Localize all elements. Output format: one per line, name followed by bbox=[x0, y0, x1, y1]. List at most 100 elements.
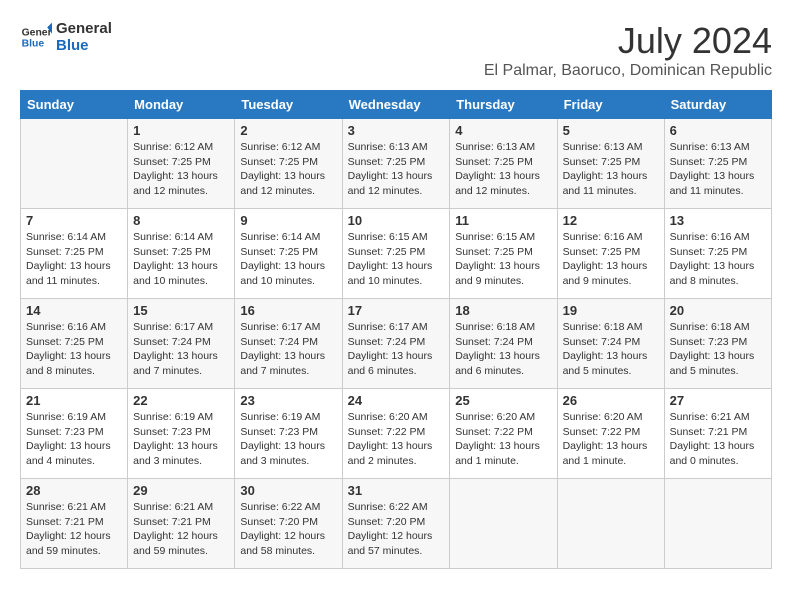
day-number: 28 bbox=[26, 483, 122, 498]
calendar-cell: 26Sunrise: 6:20 AM Sunset: 7:22 PM Dayli… bbox=[557, 389, 664, 479]
calendar-body: 1 Sunrise: 6:12 AM Sunset: 7:25 PM Daylig… bbox=[21, 119, 772, 569]
day-info: Sunrise: 6:13 AM Sunset: 7:25 PM Dayligh… bbox=[563, 140, 659, 199]
day-number: 31 bbox=[348, 483, 445, 498]
calendar-cell: 30 Sunrise: 6:22 AM Sunset: 7:20 PM Dayli… bbox=[235, 479, 342, 569]
calendar-table: SundayMondayTuesdayWednesdayThursdayFrid… bbox=[20, 90, 772, 569]
calendar-cell: 18Sunrise: 6:18 AM Sunset: 7:24 PM Dayli… bbox=[450, 299, 557, 389]
day-number: 12 bbox=[563, 213, 659, 228]
calendar-cell: 3 Sunrise: 6:13 AM Sunset: 7:25 PM Daylig… bbox=[342, 119, 450, 209]
day-number: 8 bbox=[133, 213, 229, 228]
day-number: 10 bbox=[348, 213, 445, 228]
day-info: Sunrise: 6:13 AM Sunset: 7:25 PM Dayligh… bbox=[670, 140, 766, 199]
logo-text-line2: Blue bbox=[56, 37, 112, 54]
day-info: Sunrise: 6:13 AM Sunset: 7:25 PM Dayligh… bbox=[348, 140, 445, 199]
calendar-day-header: Thursday bbox=[450, 91, 557, 119]
day-info: Sunrise: 6:13 AM Sunset: 7:25 PM Dayligh… bbox=[455, 140, 551, 199]
calendar-cell: 20 Sunrise: 6:18 AM Sunset: 7:23 PM Dayli… bbox=[664, 299, 771, 389]
day-number: 20 bbox=[670, 303, 766, 318]
day-number: 9 bbox=[240, 213, 336, 228]
day-info: Sunrise: 6:19 AM Sunset: 7:23 PM Dayligh… bbox=[240, 410, 336, 469]
day-info: Sunrise: 6:22 AM Sunset: 7:20 PM Dayligh… bbox=[348, 500, 445, 559]
day-number: 3 bbox=[348, 123, 445, 138]
calendar-week-row: 1 Sunrise: 6:12 AM Sunset: 7:25 PM Daylig… bbox=[21, 119, 772, 209]
calendar-week-row: 14Sunrise: 6:16 AM Sunset: 7:25 PM Dayli… bbox=[21, 299, 772, 389]
day-number: 17 bbox=[348, 303, 445, 318]
day-info: Sunrise: 6:21 AM Sunset: 7:21 PM Dayligh… bbox=[26, 500, 122, 559]
calendar-cell: 25 Sunrise: 6:20 AM Sunset: 7:22 PM Dayli… bbox=[450, 389, 557, 479]
calendar-day-header: Sunday bbox=[21, 91, 128, 119]
title-block: July 2024 El Palmar, Baoruco, Dominican … bbox=[484, 20, 772, 80]
day-number: 23 bbox=[240, 393, 336, 408]
day-info: Sunrise: 6:20 AM Sunset: 7:22 PM Dayligh… bbox=[348, 410, 445, 469]
calendar-week-row: 28 Sunrise: 6:21 AM Sunset: 7:21 PM Dayli… bbox=[21, 479, 772, 569]
calendar-cell: 1 Sunrise: 6:12 AM Sunset: 7:25 PM Daylig… bbox=[128, 119, 235, 209]
calendar-cell: 10 Sunrise: 6:15 AM Sunset: 7:25 PM Dayli… bbox=[342, 209, 450, 299]
calendar-day-header: Saturday bbox=[664, 91, 771, 119]
day-info: Sunrise: 6:19 AM Sunset: 7:23 PM Dayligh… bbox=[26, 410, 122, 469]
day-info: Sunrise: 6:16 AM Sunset: 7:25 PM Dayligh… bbox=[670, 230, 766, 289]
day-number: 19 bbox=[563, 303, 659, 318]
svg-text:Blue: Blue bbox=[22, 39, 45, 50]
calendar-cell: 12 Sunrise: 6:16 AM Sunset: 7:25 PM Dayli… bbox=[557, 209, 664, 299]
day-info: Sunrise: 6:18 AM Sunset: 7:23 PM Dayligh… bbox=[670, 320, 766, 379]
day-info: Sunrise: 6:15 AM Sunset: 7:25 PM Dayligh… bbox=[455, 230, 551, 289]
calendar-cell: 15Sunrise: 6:17 AM Sunset: 7:24 PM Dayli… bbox=[128, 299, 235, 389]
day-info: Sunrise: 6:12 AM Sunset: 7:25 PM Dayligh… bbox=[133, 140, 229, 199]
logo-text-line1: General bbox=[56, 20, 112, 37]
day-number: 27 bbox=[670, 393, 766, 408]
day-number: 25 bbox=[455, 393, 551, 408]
calendar-cell bbox=[664, 479, 771, 569]
calendar-day-header: Monday bbox=[128, 91, 235, 119]
day-number: 30 bbox=[240, 483, 336, 498]
day-info: Sunrise: 6:18 AM Sunset: 7:24 PM Dayligh… bbox=[455, 320, 551, 379]
calendar-cell: 28 Sunrise: 6:21 AM Sunset: 7:21 PM Dayli… bbox=[21, 479, 128, 569]
calendar-cell: 23 Sunrise: 6:19 AM Sunset: 7:23 PM Dayli… bbox=[235, 389, 342, 479]
day-number: 24 bbox=[348, 393, 445, 408]
day-number: 5 bbox=[563, 123, 659, 138]
calendar-cell: 7Sunrise: 6:14 AM Sunset: 7:25 PM Daylig… bbox=[21, 209, 128, 299]
calendar-cell: 2Sunrise: 6:12 AM Sunset: 7:25 PM Daylig… bbox=[235, 119, 342, 209]
day-info: Sunrise: 6:20 AM Sunset: 7:22 PM Dayligh… bbox=[455, 410, 551, 469]
calendar-header-row: SundayMondayTuesdayWednesdayThursdayFrid… bbox=[21, 91, 772, 119]
day-number: 6 bbox=[670, 123, 766, 138]
calendar-cell bbox=[21, 119, 128, 209]
calendar-cell: 4 Sunrise: 6:13 AM Sunset: 7:25 PM Daylig… bbox=[450, 119, 557, 209]
day-number: 2 bbox=[240, 123, 336, 138]
day-number: 11 bbox=[455, 213, 551, 228]
calendar-day-header: Tuesday bbox=[235, 91, 342, 119]
calendar-cell: 19 Sunrise: 6:18 AM Sunset: 7:24 PM Dayli… bbox=[557, 299, 664, 389]
calendar-cell: 21 Sunrise: 6:19 AM Sunset: 7:23 PM Dayli… bbox=[21, 389, 128, 479]
day-number: 13 bbox=[670, 213, 766, 228]
day-number: 4 bbox=[455, 123, 551, 138]
calendar-cell: 31 Sunrise: 6:22 AM Sunset: 7:20 PM Dayli… bbox=[342, 479, 450, 569]
day-info: Sunrise: 6:18 AM Sunset: 7:24 PM Dayligh… bbox=[563, 320, 659, 379]
calendar-cell: 13 Sunrise: 6:16 AM Sunset: 7:25 PM Dayli… bbox=[664, 209, 771, 299]
day-number: 16 bbox=[240, 303, 336, 318]
calendar-cell: 17 Sunrise: 6:17 AM Sunset: 7:24 PM Dayli… bbox=[342, 299, 450, 389]
calendar-day-header: Wednesday bbox=[342, 91, 450, 119]
calendar-cell: 22Sunrise: 6:19 AM Sunset: 7:23 PM Dayli… bbox=[128, 389, 235, 479]
day-number: 7 bbox=[26, 213, 122, 228]
calendar-cell: 6 Sunrise: 6:13 AM Sunset: 7:25 PM Daylig… bbox=[664, 119, 771, 209]
calendar-cell: 8Sunrise: 6:14 AM Sunset: 7:25 PM Daylig… bbox=[128, 209, 235, 299]
day-info: Sunrise: 6:21 AM Sunset: 7:21 PM Dayligh… bbox=[670, 410, 766, 469]
month-title: July 2024 bbox=[484, 20, 772, 62]
calendar-cell: 11 Sunrise: 6:15 AM Sunset: 7:25 PM Dayli… bbox=[450, 209, 557, 299]
calendar-week-row: 21 Sunrise: 6:19 AM Sunset: 7:23 PM Dayli… bbox=[21, 389, 772, 479]
day-info: Sunrise: 6:16 AM Sunset: 7:25 PM Dayligh… bbox=[563, 230, 659, 289]
calendar-cell: 9 Sunrise: 6:14 AM Sunset: 7:25 PM Daylig… bbox=[235, 209, 342, 299]
calendar-week-row: 7 Sunrise: 6:14 AM Sunset: 7:25 PM Daylig… bbox=[21, 209, 772, 299]
calendar-cell: 27 Sunrise: 6:21 AM Sunset: 7:21 PM Dayli… bbox=[664, 389, 771, 479]
day-info: Sunrise: 6:21 AM Sunset: 7:21 PM Dayligh… bbox=[133, 500, 229, 559]
day-info: Sunrise: 6:17 AM Sunset: 7:24 PM Dayligh… bbox=[240, 320, 336, 379]
day-info: Sunrise: 6:15 AM Sunset: 7:25 PM Dayligh… bbox=[348, 230, 445, 289]
day-info: Sunrise: 6:16 AM Sunset: 7:25 PM Dayligh… bbox=[26, 320, 122, 379]
day-info: Sunrise: 6:20 AM Sunset: 7:22 PM Dayligh… bbox=[563, 410, 659, 469]
calendar-cell: 16 Sunrise: 6:17 AM Sunset: 7:24 PM Dayli… bbox=[235, 299, 342, 389]
day-number: 22 bbox=[133, 393, 229, 408]
day-info: Sunrise: 6:14 AM Sunset: 7:25 PM Dayligh… bbox=[240, 230, 336, 289]
day-number: 21 bbox=[26, 393, 122, 408]
day-number: 1 bbox=[133, 123, 229, 138]
day-info: Sunrise: 6:17 AM Sunset: 7:24 PM Dayligh… bbox=[348, 320, 445, 379]
day-info: Sunrise: 6:22 AM Sunset: 7:20 PM Dayligh… bbox=[240, 500, 336, 559]
